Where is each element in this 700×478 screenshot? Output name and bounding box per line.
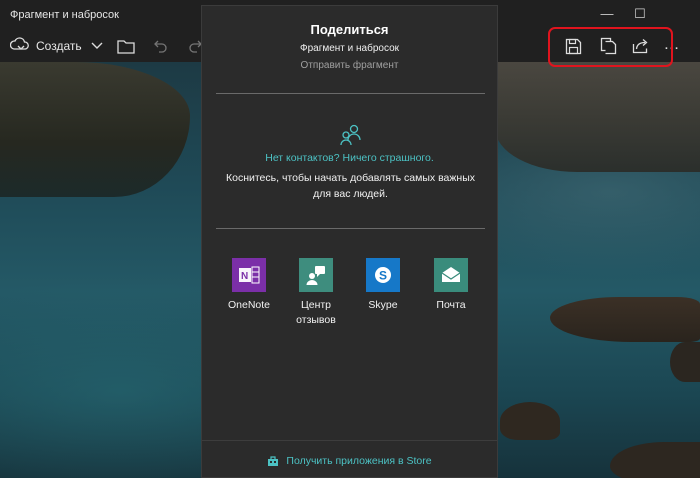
onenote-icon: N	[232, 258, 266, 292]
share-app-label: Почта	[436, 299, 466, 311]
share-app-feedback-hub[interactable]: Центр отзывов	[283, 258, 349, 328]
share-icon	[632, 39, 648, 54]
rock-cliff-right	[495, 62, 700, 172]
share-apps-list: N OneNote Центр отзывов S Skype Почта	[222, 258, 482, 338]
mail-icon	[434, 258, 468, 292]
share-app-label: Центр отзывов	[296, 299, 336, 326]
share-app-mail[interactable]: Почта	[418, 258, 484, 313]
share-app-name: Фрагмент и набросок	[299, 43, 400, 54]
rock-cliff-left	[0, 62, 190, 197]
svg-text:S: S	[379, 269, 387, 283]
svg-text:N: N	[241, 271, 248, 282]
copy-button[interactable]	[597, 36, 619, 56]
share-app-label: Skype	[368, 299, 398, 311]
create-button[interactable]: Создать	[9, 35, 82, 57]
rock-outcrop	[500, 402, 560, 440]
share-app-onenote[interactable]: N OneNote	[216, 258, 282, 313]
share-app-label: OneNote	[227, 299, 271, 311]
more-options-button[interactable]: …	[660, 34, 684, 56]
create-snip-icon	[9, 36, 30, 57]
divider	[216, 228, 485, 229]
chevron-down-icon	[91, 42, 103, 49]
store-icon	[268, 456, 279, 466]
share-button[interactable]	[630, 36, 652, 56]
share-app-skype[interactable]: S Skype	[350, 258, 416, 313]
open-file-button[interactable]	[116, 36, 136, 56]
maximize-button[interactable]: ☐	[630, 6, 650, 22]
rock-outcrop	[670, 342, 700, 382]
more-icon: …	[663, 36, 681, 53]
save-button[interactable]	[562, 36, 584, 56]
create-dropdown-button[interactable]	[88, 36, 106, 56]
share-hint: Отправить фрагмент	[300, 60, 399, 71]
rock-outcrop	[550, 297, 700, 342]
folder-icon	[117, 39, 135, 54]
store-link-label: Получить приложения в Store	[286, 455, 432, 467]
undo-button[interactable]	[150, 36, 170, 56]
contacts-description: Коснитесь, чтобы начать добавлять самых …	[226, 172, 475, 200]
window-title: Фрагмент и набросок	[10, 9, 119, 21]
get-apps-store-link[interactable]: Получить приложения в Store	[202, 455, 497, 467]
contacts-icon	[339, 123, 363, 147]
create-button-label: Создать	[36, 39, 82, 53]
skype-icon: S	[366, 258, 400, 292]
minimize-button[interactable]: —	[597, 6, 617, 21]
divider	[202, 440, 497, 441]
undo-icon	[154, 40, 167, 53]
rock-outcrop	[610, 442, 700, 478]
share-panel: Поделиться Фрагмент и набросок Отправить…	[201, 5, 498, 478]
divider	[216, 93, 485, 94]
copy-icon	[600, 37, 616, 55]
feedback-hub-icon	[299, 258, 333, 292]
save-icon	[565, 38, 581, 54]
share-title: Поделиться	[310, 22, 389, 37]
no-contacts-link[interactable]: Нет контактов? Ничего страшного.	[202, 152, 497, 164]
